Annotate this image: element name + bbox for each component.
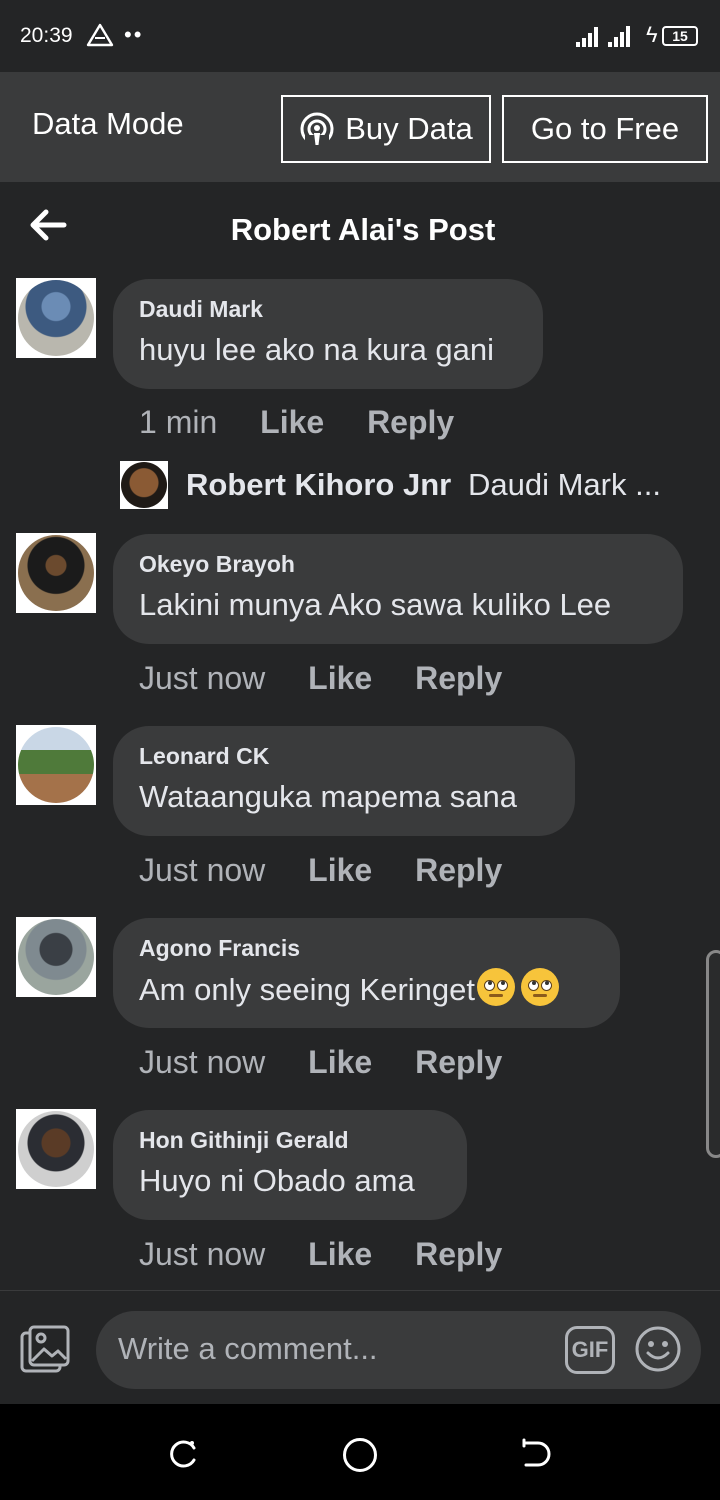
signal-icon (576, 26, 630, 47)
home-icon[interactable] (343, 1438, 377, 1472)
like-button[interactable]: Like (308, 1044, 372, 1080)
comment-actions: Just now Like Reply (139, 1044, 502, 1081)
comment-time: Just now (139, 660, 266, 696)
comment-actions: Just now Like Reply (139, 1236, 502, 1273)
comment-text: Am only seeing Keringet (139, 968, 594, 1011)
comment-text: Huyo ni Obado ama (139, 1163, 415, 1198)
avatar[interactable] (16, 917, 96, 997)
comment-author[interactable]: Hon Githinji Gerald (139, 1126, 441, 1154)
comment-actions: 1 min Like Reply (139, 404, 454, 441)
like-button[interactable]: Like (308, 852, 372, 888)
post-header: Robert Alai's Post (0, 182, 720, 278)
reply-button[interactable]: Reply (415, 660, 502, 696)
go-to-free-label: Go to Free (530, 111, 680, 146)
nav-back-icon[interactable] (520, 1438, 552, 1470)
reply-button[interactable]: Reply (415, 852, 502, 888)
comment-author[interactable]: Daudi Mark (139, 295, 517, 323)
avatar[interactable] (16, 278, 96, 358)
comment-actions: Just now Like Reply (139, 660, 502, 697)
status-bar: 20:39 •• ϟ 15 (0, 0, 720, 72)
go-to-free-button[interactable]: Go to Free (502, 95, 708, 163)
gif-icon[interactable]: GIF (565, 1326, 615, 1374)
comment-input[interactable]: Write a comment... GIF (96, 1311, 701, 1389)
comment-author[interactable]: Leonard CK (139, 742, 549, 770)
comment-bubble[interactable]: Okeyo Brayoh Lakini munya Ako sawa kulik… (113, 534, 683, 644)
eye-roll-emoji-icon (477, 968, 516, 1006)
reply-preview[interactable]: Robert Kihoro Jnr Daudi Mark ... (120, 461, 700, 509)
avatar (120, 461, 168, 509)
comment-bubble[interactable]: Daudi Mark huyu lee ako na kura gani (113, 279, 543, 389)
like-button[interactable]: Like (308, 660, 372, 696)
recent-apps-icon[interactable] (168, 1438, 200, 1470)
scrollbar-handle[interactable] (706, 950, 720, 1158)
comment-time: Just now (139, 852, 266, 888)
photo-icon[interactable] (20, 1325, 72, 1375)
reply-button[interactable]: Reply (415, 1044, 502, 1080)
avatar[interactable] (16, 725, 96, 805)
podcast-icon (300, 112, 334, 147)
system-nav-bar (0, 1404, 720, 1500)
buy-data-button[interactable]: Buy Data (281, 95, 491, 163)
comment-author[interactable]: Okeyo Brayoh (139, 550, 657, 578)
comment-time: 1 min (139, 404, 218, 440)
comment-bubble[interactable]: Hon Githinji Gerald Huyo ni Obado ama (113, 1110, 467, 1220)
comment-bubble[interactable]: Agono Francis Am only seeing Keringet (113, 918, 620, 1028)
page-title: Robert Alai's Post (230, 212, 496, 247)
like-button[interactable]: Like (260, 404, 324, 440)
comment-actions: Just now Like Reply (139, 852, 502, 889)
avatar[interactable] (16, 1109, 96, 1189)
eye-roll-emoji-icon (521, 968, 560, 1006)
reply-author: Robert Kihoro Jnr (186, 467, 452, 502)
comment-bubble[interactable]: Leonard CK Wataanguka mapema sana (113, 726, 575, 836)
comment-text-body: Am only seeing Keringet (139, 972, 476, 1007)
comment-composer: Write a comment... GIF (0, 1290, 720, 1404)
charging-bolt-icon: ϟ (646, 22, 658, 47)
data-mode-banner: Data Mode Buy Data Go to Free (0, 72, 720, 182)
comment-text: huyu lee ako na kura gani (139, 332, 495, 367)
smile-icon[interactable] (634, 1325, 682, 1373)
status-time: 20:39 (20, 24, 73, 47)
like-button[interactable]: Like (308, 1236, 372, 1272)
comment-time: Just now (139, 1236, 266, 1272)
buy-data-label: Buy Data (345, 111, 473, 146)
reply-button[interactable]: Reply (415, 1236, 502, 1272)
warning-icon (86, 23, 114, 47)
comment-input-placeholder: Write a comment... (118, 1331, 378, 1366)
notification-dots: •• (124, 22, 144, 47)
avatar[interactable] (16, 533, 96, 613)
data-mode-title: Data Mode (32, 106, 184, 141)
reply-button[interactable]: Reply (367, 404, 454, 440)
comment-text: Wataanguka mapema sana (139, 779, 517, 814)
comment-time: Just now (139, 1044, 266, 1080)
battery-icon: 15 (662, 26, 698, 46)
comment-author[interactable]: Agono Francis (139, 934, 594, 962)
reply-text: Daudi Mark ... (468, 467, 661, 502)
comment-text: Lakini munya Ako sawa kuliko Lee (139, 587, 612, 622)
